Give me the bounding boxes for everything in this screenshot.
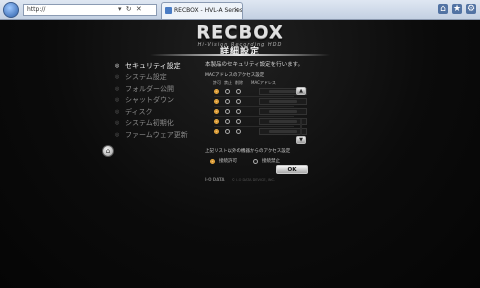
description-text: 本製品のセキュリティ設定を行います。	[205, 62, 304, 68]
scroll-down-button[interactable]: ▼	[296, 136, 306, 144]
bullet-icon: ◎	[115, 97, 120, 104]
bullet-icon: ◎	[115, 85, 120, 92]
col-mac: MACアドレス	[251, 80, 276, 85]
deny-radio[interactable]	[225, 119, 230, 124]
access-options: 接続許可 接続禁止	[210, 157, 280, 165]
allow-radio[interactable]	[214, 89, 219, 94]
connect-allow-radio[interactable]	[210, 158, 215, 164]
menu-item-security[interactable]: ◎ セキュリティ設定	[115, 60, 205, 72]
connect-deny-radio[interactable]	[253, 158, 258, 164]
menu-item-label: フォルダー公開	[125, 84, 174, 93]
connect-deny-label: 接続禁止	[262, 159, 280, 164]
browser-toolbar: http:// ▾ ↻ ✕ RECBOX - HVL-A Series × ⌂ …	[0, 0, 480, 20]
col-delete: 削除	[235, 80, 243, 85]
mac-address-field[interactable]	[259, 98, 307, 105]
home-icon[interactable]: ⌂	[438, 4, 448, 14]
menu-item-init[interactable]: ◎ システム初期化	[115, 118, 205, 130]
allow-radio[interactable]	[214, 119, 219, 124]
security-content: 本製品のセキュリティ設定を行います。	[205, 60, 315, 68]
row-divider	[214, 116, 294, 117]
row-divider	[214, 106, 294, 107]
bullet-icon: ◎	[115, 108, 120, 115]
menu-item-label: システム設定	[125, 73, 167, 82]
settings-menu: ◎ セキュリティ設定 ◎ システム設定 ◎ フォルダー公開 ◎ シャットダウン …	[115, 60, 205, 141]
chevron-down-icon: ▼	[299, 136, 303, 143]
delete-radio[interactable]	[236, 99, 241, 104]
footer-logo: I-O DATA	[204, 177, 225, 182]
row-divider	[214, 96, 294, 97]
star-icon[interactable]: ★	[452, 4, 462, 14]
scroll-up-button[interactable]: ▲	[296, 87, 306, 95]
footer: I-O DATA © I-O DATA DEVICE, INC.	[0, 177, 480, 182]
back-icon[interactable]	[3, 2, 19, 18]
deny-radio[interactable]	[225, 109, 230, 114]
redacted-mac	[269, 90, 297, 93]
delete-radio[interactable]	[236, 119, 241, 124]
delete-radio[interactable]	[236, 109, 241, 114]
browser-tab[interactable]: RECBOX - HVL-A Series ×	[161, 2, 243, 19]
col-deny: 禁止	[224, 80, 232, 85]
deny-radio[interactable]	[225, 99, 230, 104]
recbox-logo: RECBOX	[196, 22, 284, 43]
mac-row	[214, 128, 307, 135]
address-controls[interactable]: ▾ ↻ ✕	[118, 5, 143, 13]
allow-radio[interactable]	[214, 99, 219, 104]
mac-row	[214, 98, 307, 105]
menu-item-label: シャットダウン	[125, 96, 174, 105]
menu-item-shutdown[interactable]: ◎ シャットダウン	[115, 95, 205, 107]
bullet-icon: ◎	[115, 74, 120, 81]
menu-item-firmware[interactable]: ◎ ファームウェア更新	[115, 129, 205, 141]
menu-item-system[interactable]: ◎ システム設定	[115, 72, 205, 84]
title-divider	[150, 54, 330, 56]
ok-button[interactable]: OK	[276, 165, 308, 174]
redacted-mac	[269, 120, 297, 123]
home-button[interactable]: ⌂	[102, 145, 114, 157]
mac-row	[214, 88, 307, 95]
menu-item-label: システム初期化	[125, 119, 174, 128]
gear-icon[interactable]: ⚙	[466, 4, 476, 14]
favicon-icon	[165, 7, 172, 14]
allow-radio[interactable]	[214, 109, 219, 114]
delete-radio[interactable]	[236, 89, 241, 94]
delete-radio[interactable]	[236, 129, 241, 134]
allow-radio[interactable]	[214, 129, 219, 134]
deny-radio[interactable]	[225, 129, 230, 134]
scroll-track[interactable]	[300, 119, 302, 135]
mac-row	[214, 118, 307, 125]
bullet-icon: ◎	[115, 120, 120, 127]
recbox-page: RECBOX Hi-Vision Recording HDD 詳細設定 ◎ セキ…	[0, 20, 480, 288]
menu-item-folder[interactable]: ◎ フォルダー公開	[115, 83, 205, 95]
mac-row	[214, 108, 307, 115]
redacted-mac	[269, 130, 297, 133]
row-divider	[214, 126, 294, 127]
chevron-up-icon: ▲	[299, 87, 303, 94]
mac-address-field[interactable]	[259, 108, 307, 115]
deny-radio[interactable]	[225, 89, 230, 94]
col-allow: 許可	[213, 80, 221, 85]
redacted-mac	[269, 110, 297, 113]
bullet-icon: ◎	[115, 131, 120, 138]
redacted-mac	[269, 100, 297, 103]
bullet-icon: ◎	[115, 62, 120, 69]
menu-item-label: セキュリティ設定	[125, 61, 181, 70]
menu-item-label: ディスク	[125, 107, 153, 116]
access-section-label: 上記リスト以外の機器からのアクセス設定	[205, 149, 291, 154]
menu-item-disk[interactable]: ◎ ディスク	[115, 106, 205, 118]
mac-section-label: MACアドレスのアクセス設定	[205, 73, 265, 78]
copyright-text: © I-O DATA DEVICE, INC.	[231, 178, 276, 182]
menu-item-label: ファームウェア更新	[125, 130, 188, 139]
home-icon: ⌂	[105, 146, 111, 155]
browser-right-icons: ⌂ ★ ⚙	[438, 4, 476, 14]
tab-close-icon[interactable]: ×	[233, 3, 239, 18]
connect-allow-label: 接続許可	[219, 159, 237, 164]
